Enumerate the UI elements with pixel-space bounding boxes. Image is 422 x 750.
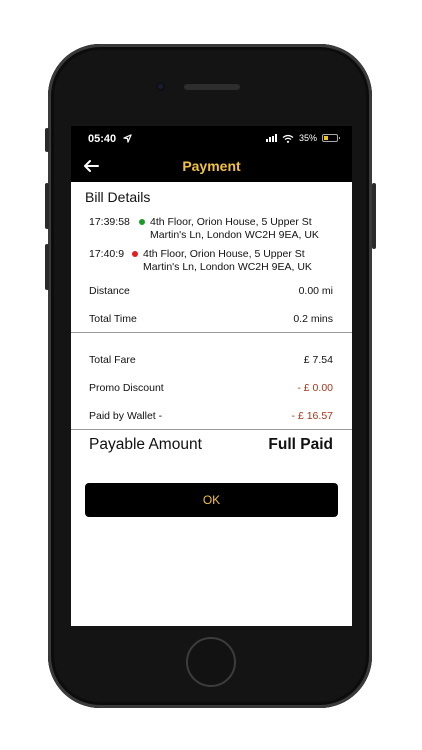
dropoff-address-line2: Martin's Ln, London WC2H 9EA, UK [143, 260, 312, 273]
dropoff-time: 17:40:9 [89, 248, 125, 260]
home-button[interactable] [186, 637, 236, 687]
promo-discount-row: Promo Discount - £ 0.00 [89, 382, 333, 394]
page-title: Payment [182, 158, 241, 174]
cellular-signal-icon [265, 134, 277, 142]
earpiece-speaker [184, 84, 240, 90]
front-camera [156, 82, 165, 91]
wallet-label: Paid by Wallet - [89, 410, 163, 422]
screen: 05:40 35% Payment Bill Details 17:39:58 [71, 126, 352, 626]
payable-amount-label: Payable Amount [89, 436, 202, 453]
pickup-address-line2: Martin's Ln, London WC2H 9EA, UK [150, 228, 319, 241]
battery-icon [322, 134, 340, 142]
volume-up-button [45, 183, 49, 229]
nav-bar: Payment [71, 152, 352, 182]
power-button [372, 183, 376, 249]
promo-discount-value: - £ 0.00 [297, 382, 333, 394]
pickup-dot-icon [139, 219, 145, 225]
total-time-value: 0.2 mins [293, 313, 333, 325]
payable-amount-row: Payable Amount Full Paid [89, 436, 333, 454]
wallet-value: - £ 16.57 [291, 410, 333, 422]
location-arrow-icon [123, 134, 132, 143]
total-fare-value: £ 7.54 [303, 354, 333, 366]
status-indicators: 35% [265, 133, 340, 143]
status-time: 05:40 [88, 133, 117, 145]
pickup-time: 17:39:58 [89, 216, 130, 228]
payable-amount-value: Full Paid [268, 436, 333, 453]
bill-details-title: Bill Details [85, 189, 151, 205]
volume-down-button [45, 244, 49, 290]
total-fare-label: Total Fare [89, 354, 136, 366]
wallet-row: Paid by Wallet - - £ 16.57 [89, 410, 333, 422]
divider [71, 429, 352, 430]
total-fare-row: Total Fare £ 7.54 [89, 354, 333, 366]
total-time-row: Total Time 0.2 mins [89, 313, 333, 325]
status-bar: 05:40 35% [71, 126, 352, 152]
battery-fill [324, 136, 329, 140]
dropoff-dot-icon [132, 251, 138, 257]
promo-discount-label: Promo Discount [89, 382, 164, 394]
distance-value: 0.00 mi [298, 285, 333, 297]
battery-percent: 35% [298, 133, 317, 143]
ok-button[interactable]: OK [85, 483, 338, 517]
distance-row: Distance 0.00 mi [89, 285, 333, 297]
dropoff-address-line1: 4th Floor, Orion House, 5 Upper St [143, 248, 305, 260]
pickup-address-line1: 4th Floor, Orion House, 5 Upper St [150, 216, 312, 228]
mute-switch [45, 128, 49, 152]
divider [71, 332, 352, 333]
distance-label: Distance [89, 285, 130, 297]
wifi-icon [282, 134, 294, 143]
total-time-label: Total Time [89, 313, 137, 325]
